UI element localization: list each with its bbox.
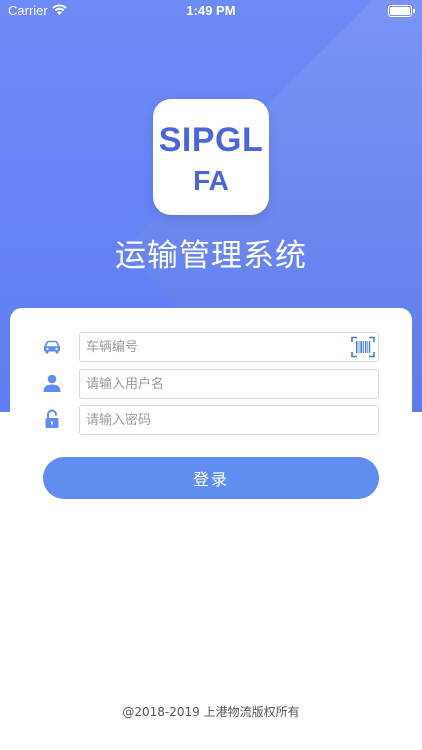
copyright-footer: @2018-2019 上港物流版权所有 [122, 705, 300, 719]
vehicle-number-input[interactable] [79, 332, 379, 362]
logo-text-bottom: FA [193, 165, 229, 196]
username-input[interactable] [79, 369, 379, 399]
login-button[interactable]: 登录 [43, 457, 379, 499]
battery-icon [388, 5, 415, 17]
password-input[interactable] [79, 405, 379, 435]
logo-text-top: SIPGL [158, 121, 264, 159]
car-icon [43, 340, 61, 354]
app-logo: SIPGL FA [153, 99, 269, 215]
app-title: 运输管理系统 [115, 238, 307, 274]
status-time: 1:49 PM [186, 3, 236, 18]
status-bar: Carrier 1:49 PM [0, 0, 422, 22]
barcode-scan-icon[interactable] [351, 336, 375, 358]
lock-icon [45, 409, 59, 428]
user-icon [43, 374, 61, 392]
